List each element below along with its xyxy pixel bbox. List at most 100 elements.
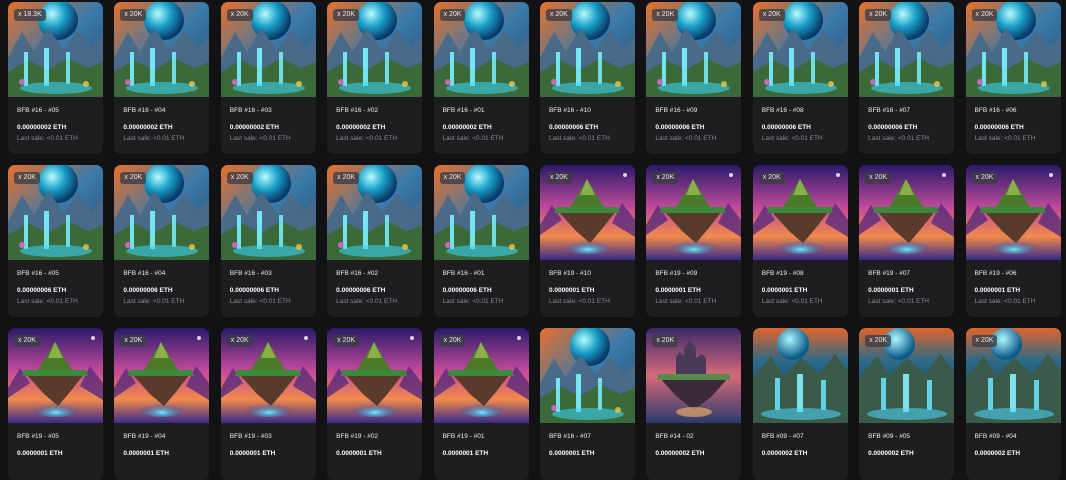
- nft-card[interactable]: x 20K BFB #19 - #04 0.0000001 ETH: [114, 328, 210, 480]
- nft-card[interactable]: x 20K BFB #16 - #06 0.00000006 ETH Last sal…: [965, 2, 1061, 154]
- quantity-badge: x 20K: [971, 172, 998, 184]
- last-sale: Last sale: <0.01 ETH: [761, 298, 823, 305]
- nft-card[interactable]: x 20K BFB #19 - #02 0.0000001 ETH: [327, 328, 423, 480]
- quantity-badge: x 20K: [758, 9, 785, 21]
- nft-card[interactable]: x 20K BFB #19 - #08 0.0000001 ETH Last sale…: [752, 165, 848, 317]
- nft-price: 0.0000001 ETH: [548, 287, 595, 294]
- nft-price: 0.00000006 ETH: [974, 124, 1024, 131]
- last-sale: Last sale: <0.01 ETH: [974, 135, 1036, 142]
- nft-name: BFB #16 - #05: [17, 270, 59, 277]
- nft-thumbnail: x 20K: [859, 165, 955, 260]
- nft-card[interactable]: x 20K BFB #09 - #05 0.0000002 ETH: [859, 328, 955, 480]
- nft-card[interactable]: x 20K BFB #14 - 02 0.00000002 ETH: [646, 328, 742, 480]
- nft-name: BFB #16 - #01: [442, 107, 485, 114]
- nft-card[interactable]: x 20K BFB #16 - #08 0.00000006 ETH Last sal…: [752, 2, 848, 154]
- nft-price: 0.0000001 ETH: [761, 287, 808, 294]
- last-sale: Last sale: <0.01 ETH: [442, 135, 504, 142]
- nft-name: BFB #16 - #06: [974, 107, 1017, 114]
- last-sale: Last sale: <0.01 ETH: [655, 298, 717, 305]
- quantity-badge: x 20K: [226, 172, 253, 184]
- nft-info: BFB #16 - #04 0.00000006 ETH Last sale: <0…: [114, 270, 209, 306]
- nft-price: 0.0000002 ETH: [868, 450, 914, 457]
- nft-card[interactable]: x 20K BFB #19 - #05 0.0000001 ETH: [8, 328, 103, 480]
- nft-card[interactable]: x 20K BFB #19 - #10 0.0000001 ETH Last sale…: [539, 165, 635, 317]
- quantity-badge: x 20K: [120, 9, 147, 21]
- nft-card[interactable]: BFB #16 - #07 0.0000001 ETH: [539, 328, 635, 480]
- nft-info: BFB #16 - #07 0.0000001 ETH: [540, 433, 635, 458]
- nft-info: BFB #16 - #01 0.00000006 ETH Last sale: <0…: [434, 270, 529, 306]
- nft-card[interactable]: x 20K BFB #16 - #07 0.00000006 ETH Last sal…: [859, 2, 955, 154]
- nft-price: 0.00000006 ETH: [229, 287, 279, 294]
- quantity-badge: x 20K: [14, 335, 40, 347]
- nft-name: BFB #16 - #03: [229, 107, 272, 114]
- last-sale: Last sale: <0.01 ETH: [655, 135, 717, 142]
- nft-card[interactable]: x 20K BFB #19 - #01 0.0000001 ETH: [433, 328, 529, 480]
- nft-info: BFB #19 - #07 0.0000001 ETH Last sale: <0.…: [859, 270, 954, 306]
- nft-card[interactable]: x 20K BFB #16 - #01 0.00000002 ETH Last sal…: [433, 2, 529, 154]
- nft-price: 0.0000002 ETH: [974, 450, 1021, 457]
- nft-thumbnail: x 20K: [327, 165, 423, 260]
- nft-thumbnail: x 20K: [646, 2, 742, 97]
- nft-info: BFB #16 - #05 0.00000006 ETH Last sale: <0…: [8, 270, 103, 306]
- nft-card[interactable]: x 20K BFB #19 - #03 0.0000001 ETH: [220, 328, 316, 480]
- last-sale: Last sale: <0.01 ETH: [548, 298, 610, 305]
- nft-name: BFB #19 - #04: [123, 433, 166, 440]
- nft-card[interactable]: x 20K BFB #09 - #04 0.0000002 ETH: [965, 328, 1061, 480]
- nft-card[interactable]: x 20K BFB #16 - #03 0.00000006 ETH Last sal…: [220, 165, 316, 317]
- nft-name: BFB #19 - #09: [655, 270, 698, 277]
- last-sale: Last sale: <0.01 ETH: [336, 298, 398, 305]
- nft-price: 0.00000002 ETH: [123, 124, 173, 131]
- nft-info: BFB #16 - #04 0.00000002 ETH Last sale: <0…: [114, 107, 209, 143]
- quantity-badge: x 20K: [865, 335, 892, 347]
- nft-name: BFB #19 - #03: [229, 433, 272, 440]
- nft-info: BFB #16 - #05 0.00000002 ETH Last sale: <0…: [8, 107, 103, 143]
- nft-name: BFB #19 - #08: [761, 270, 804, 277]
- nft-price: 0.00000002 ETH: [655, 450, 705, 457]
- nft-card[interactable]: x 20K BFB #19 - #07 0.0000001 ETH Last sale…: [859, 165, 955, 317]
- nft-price: 0.00000002 ETH: [229, 124, 279, 131]
- nft-thumbnail: x 20K: [859, 2, 955, 97]
- nft-card[interactable]: x 20K BFB #16 - #01 0.00000006 ETH Last sal…: [433, 165, 529, 317]
- nft-name: BFB #16 - #02: [336, 270, 379, 277]
- quantity-badge: x 20K: [971, 9, 998, 21]
- nft-thumbnail: x 20K: [114, 328, 210, 423]
- nft-price: 0.00000006 ETH: [655, 124, 705, 131]
- last-sale: Last sale: <0.01 ETH: [761, 135, 823, 142]
- nft-card[interactable]: x 20K BFB #16 - #04 0.00000002 ETH Last sal…: [114, 2, 210, 154]
- nft-card[interactable]: x 18.3K BFB #16 - #05 0.00000002 ETH Last s…: [8, 2, 103, 154]
- nft-card[interactable]: x 20K BFB #19 - #06 0.0000001 ETH Last sale…: [965, 165, 1061, 317]
- nft-card[interactable]: x 20K BFB #16 - #10 0.00000006 ETH Last sal…: [539, 2, 635, 154]
- nft-card[interactable]: BFB #09 - #07 0.0000002 ETH: [752, 328, 848, 480]
- nft-name: BFB #16 - #07: [548, 433, 591, 440]
- nft-name: BFB #19 - #01: [442, 433, 485, 440]
- nft-grid: x 18.3K BFB #16 - #05 0.00000002 ETH Last s…: [8, 2, 1061, 480]
- nft-thumbnail: x 20K: [965, 2, 1061, 97]
- nft-price: 0.00000006 ETH: [868, 124, 918, 131]
- nft-card[interactable]: x 20K BFB #16 - #09 0.00000006 ETH Last sal…: [646, 2, 742, 154]
- nft-thumbnail: x 20K: [539, 165, 635, 260]
- nft-info: BFB #19 - #01 0.0000001 ETH: [434, 433, 529, 458]
- nft-price: 0.00000006 ETH: [761, 124, 811, 131]
- nft-card[interactable]: x 20K BFB #16 - #04 0.00000006 ETH Last sal…: [114, 165, 210, 317]
- quantity-badge: x 20K: [333, 172, 360, 184]
- nft-thumbnail: x 20K: [8, 165, 103, 260]
- quantity-badge: x 20K: [865, 9, 892, 21]
- nft-price: 0.0000001 ETH: [974, 287, 1021, 294]
- quantity-badge: x 18.3K: [14, 9, 46, 21]
- nft-thumbnail: x 20K: [433, 328, 529, 423]
- nft-card[interactable]: x 20K BFB #19 - #09 0.0000001 ETH Last sale…: [646, 165, 742, 317]
- nft-name: BFB #16 - #01: [442, 270, 485, 277]
- last-sale: Last sale: <0.01 ETH: [17, 298, 78, 305]
- nft-card[interactable]: x 20K BFB #16 - #05 0.00000006 ETH Last sal…: [8, 165, 103, 317]
- nft-card[interactable]: x 20K BFB #16 - #02 0.00000006 ETH Last sal…: [327, 165, 423, 317]
- nft-info: BFB #09 - #04 0.0000002 ETH: [966, 433, 1061, 458]
- nft-price: 0.00000006 ETH: [548, 124, 599, 131]
- last-sale: Last sale: <0.01 ETH: [229, 298, 291, 305]
- last-sale: Last sale: <0.01 ETH: [17, 135, 78, 142]
- nft-thumbnail: [539, 328, 635, 423]
- nft-card[interactable]: x 20K BFB #16 - #02 0.00000002 ETH Last sal…: [327, 2, 423, 154]
- nft-price: 0.0000001 ETH: [123, 450, 169, 457]
- nft-card[interactable]: x 20K BFB #16 - #03 0.00000002 ETH Last sal…: [220, 2, 316, 154]
- nft-thumbnail: x 20K: [859, 328, 955, 423]
- nft-thumbnail: x 20K: [327, 2, 423, 97]
